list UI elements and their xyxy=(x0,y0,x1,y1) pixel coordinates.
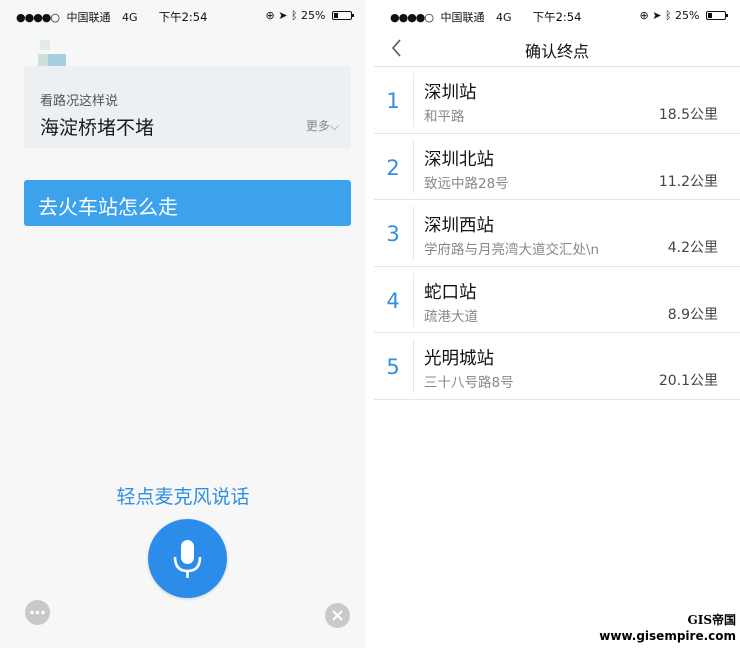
status-bar: ●●●●○ 中国联通 4G 下午2:54 ⊕ ➤ ᛒ 25% xyxy=(0,0,366,30)
station-item[interactable]: 5 光明城站 三十八号路8号 20.1公里 xyxy=(374,333,740,400)
microphone-icon xyxy=(173,540,202,578)
user-query-bubble: 去火车站怎么走 xyxy=(24,180,351,226)
bluetooth-icon: ᛒ xyxy=(664,9,672,22)
station-distance: 11.2公里 xyxy=(658,173,718,190)
status-bar: ●●●●○ 中国联通 4G 下午2:54 ⊕ ➤ ᛒ 25% xyxy=(374,0,740,30)
ellipsis-icon xyxy=(30,610,45,615)
screen-divider xyxy=(366,0,374,648)
station-list: 1 深圳站 和平路 18.5公里 2 深圳北站 致远中路28号 11.2公里 3… xyxy=(374,67,740,400)
tap-mic-hint: 轻点麦克风说话 xyxy=(116,486,250,508)
rotation-lock-icon: ⊕ xyxy=(265,9,275,22)
station-distance: 8.9公里 xyxy=(667,306,718,323)
chevron-down-icon: ⌵ xyxy=(329,119,339,133)
station-distance: 20.1公里 xyxy=(658,373,718,389)
station-name: 深圳北站 xyxy=(424,149,494,170)
status-right: ⊕ ➤ ᛒ 25% xyxy=(265,9,354,22)
voice-assistant-screen: ●●●●○ 中国联通 4G 下午2:54 ⊕ ➤ ᛒ 25% 看路况这样说 海淀… xyxy=(0,0,366,648)
battery-percent: 25% xyxy=(301,9,326,22)
close-icon xyxy=(332,610,343,621)
station-name: 光明城站 xyxy=(424,349,494,369)
status-right: ⊕ ➤ ᛒ 25% xyxy=(639,9,728,22)
battery-icon xyxy=(332,11,354,20)
location-arrow-icon: ➤ xyxy=(652,9,662,22)
suggestion-card: 看路况这样说 海淀桥堵不堵 更多⌵ xyxy=(24,66,351,148)
more-suggestions-link[interactable]: 更多⌵ xyxy=(306,117,339,134)
station-item[interactable]: 3 深圳西站 学府路与月亮湾大道交汇处\n 4.2公里 xyxy=(374,200,740,267)
station-address: 疏港大道 xyxy=(424,308,478,325)
station-name: 深圳西站 xyxy=(424,216,494,236)
watermark-url: www.gisempire.com xyxy=(599,629,736,643)
station-index: 5 xyxy=(386,355,400,379)
confirm-destination-screen: ●●●●○ 中国联通 4G 下午2:54 ⊕ ➤ ᛒ 25% 确认终点 1 深圳… xyxy=(374,0,740,648)
station-distance: 4.2公里 xyxy=(667,240,718,256)
station-index: 2 xyxy=(386,155,400,180)
station-address: 学府路与月亮湾大道交汇处\n xyxy=(424,242,600,258)
microphone-button[interactable] xyxy=(148,519,227,598)
nav-header: 确认终点 xyxy=(374,30,740,67)
station-item[interactable]: 1 深圳站 和平路 18.5公里 xyxy=(374,67,740,134)
bluetooth-icon: ᛒ xyxy=(290,9,298,22)
watermark: GIS帝国 www.gisempire.com xyxy=(599,611,736,643)
station-index: 4 xyxy=(386,288,400,313)
more-options-button[interactable] xyxy=(25,600,50,625)
station-name: 蛇口站 xyxy=(424,282,477,303)
station-address: 三十八号路8号 xyxy=(424,375,514,391)
location-arrow-icon: ➤ xyxy=(278,9,288,22)
battery-icon xyxy=(706,11,728,20)
station-item[interactable]: 4 蛇口站 疏港大道 8.9公里 xyxy=(374,267,740,333)
station-index: 1 xyxy=(386,89,400,113)
suggestion-example: 海淀桥堵不堵 xyxy=(40,117,155,139)
battery-percent: 25% xyxy=(675,9,700,22)
suggestion-hint: 看路况这样说 xyxy=(40,94,119,109)
station-name: 深圳站 xyxy=(424,83,477,103)
rotation-lock-icon: ⊕ xyxy=(639,9,649,22)
more-label: 更多 xyxy=(305,119,330,133)
station-item[interactable]: 2 深圳北站 致远中路28号 11.2公里 xyxy=(374,134,740,200)
station-address: 致远中路28号 xyxy=(424,175,509,192)
watermark-logo: GIS帝国 xyxy=(687,613,736,627)
close-button[interactable] xyxy=(325,603,350,628)
station-distance: 18.5公里 xyxy=(658,107,718,123)
page-title: 确认终点 xyxy=(524,42,589,61)
station-address: 和平路 xyxy=(424,109,465,125)
station-index: 3 xyxy=(386,222,400,246)
